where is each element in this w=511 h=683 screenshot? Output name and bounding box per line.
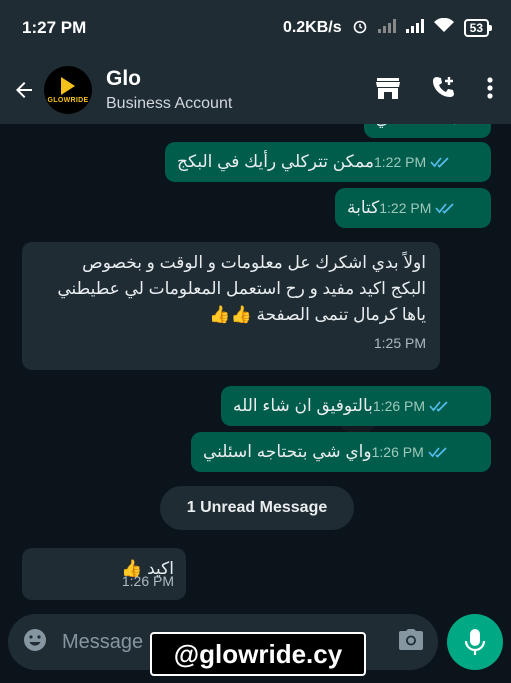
message-bubble-in[interactable]: اكيد 👍 1:26 PM — [22, 548, 186, 600]
double-check-icon — [435, 203, 454, 214]
battery-icon: 53 — [463, 19, 493, 37]
status-icons: 0.2KB/s 53 — [282, 17, 493, 39]
camera-icon — [399, 628, 423, 650]
message-meta: 1:22 PM — [374, 149, 450, 175]
store-button[interactable] — [375, 76, 401, 105]
message-meta: 1:25 PM — [36, 330, 426, 356]
status-bar: 1:27 PM 0.2KB/s 53 — [0, 0, 511, 56]
message-text: كتابة — [347, 198, 380, 217]
message-time: 1:22 PM — [373, 154, 427, 170]
add-call-button[interactable] — [431, 75, 457, 106]
emoji-button[interactable] — [22, 627, 48, 658]
watermark-handle: @glowride.cy — [150, 632, 366, 676]
message-meta: 1:22 PM — [379, 195, 455, 221]
emoji-icon — [24, 628, 46, 651]
more-vert-icon — [487, 76, 493, 99]
message-time: 1:26 PM — [121, 573, 174, 589]
message-bubble-out[interactable]: بالتوفيق ان شاء الله 1:26 PM — [221, 386, 491, 426]
wifi-icon — [433, 17, 454, 38]
message-meta: 1:26 PM — [122, 568, 174, 594]
logo-mark — [61, 76, 75, 95]
message-line: ياها كرمال تنمى الصفحة 👍👍 — [209, 305, 426, 324]
voice-record-button[interactable] — [447, 614, 503, 670]
message-bubble-out[interactable]: واي شي بتحتاجه اسئلني 1:26 PM — [191, 432, 491, 472]
message-bubble-out[interactable]: ي 1:21 PM — [363, 124, 491, 138]
message-text: بالتوفيق ان شاء الله — [233, 396, 373, 415]
back-button[interactable] — [8, 78, 40, 102]
double-check-icon — [449, 124, 456, 125]
avatar-logo-text: GLOWRIDE — [47, 96, 89, 104]
message-time: 1:26 PM — [372, 398, 426, 414]
double-check-icon — [428, 447, 447, 458]
message-bubble-out[interactable]: ممكن تتركلي رأيك في البكج 1:22 PM — [165, 142, 491, 182]
message-bubble-out[interactable]: كتابة 1:22 PM — [335, 188, 491, 228]
contact-subtitle: Business Account — [106, 95, 233, 112]
message-line: اولاً بدي اشكرك عل معلومات و الوقت و بخص… — [82, 253, 426, 272]
chat-area[interactable]: ي 1:21 PM ممكن تتركلي رأيك في البكج 1:22… — [0, 124, 511, 604]
message-time: 1:21 PM — [389, 124, 441, 132]
message-bubble-in[interactable]: اولاً بدي اشكرك عل معلومات و الوقت و بخص… — [22, 242, 440, 370]
back-arrow-icon — [16, 82, 32, 98]
message-time: 1:26 PM — [371, 444, 424, 460]
microphone-icon — [464, 629, 486, 655]
double-check-icon — [430, 157, 449, 168]
more-options-button[interactable] — [487, 76, 493, 105]
message-meta: 1:21 PM — [389, 124, 465, 132]
network-speed: 0.2KB/s — [282, 19, 342, 36]
message-time: 1:25 PM — [373, 335, 426, 351]
header-actions — [375, 75, 493, 106]
double-check-icon — [429, 401, 448, 412]
chat-header: GLOWRIDE Glo Business Account — [0, 56, 511, 124]
message-meta: 1:26 PM — [372, 439, 448, 465]
contact-info[interactable]: Glo Business Account — [106, 67, 232, 113]
status-time: 1:27 PM — [22, 18, 87, 37]
contact-name: Glo — [106, 67, 141, 90]
signal-icon — [377, 18, 396, 38]
message-time: 1:22 PM — [379, 200, 432, 216]
camera-button[interactable] — [398, 628, 424, 657]
unread-message-divider: 1 Unread Message — [160, 486, 354, 530]
message-text: ممكن تتركلي رأيك في البكج — [177, 152, 374, 171]
add-call-icon — [433, 76, 454, 97]
alarm-icon — [352, 18, 368, 39]
signal-icon-2 — [405, 18, 424, 38]
message-text: واي شي بتحتاجه اسئلني — [203, 442, 372, 461]
avatar[interactable]: GLOWRIDE — [44, 66, 92, 114]
message-line: البكج اكيد مفيد و رح استعمل المعلومات لي… — [57, 279, 426, 298]
message-meta: 1:26 PM — [373, 393, 449, 419]
message-text: ي — [376, 124, 389, 132]
store-icon — [376, 77, 400, 99]
